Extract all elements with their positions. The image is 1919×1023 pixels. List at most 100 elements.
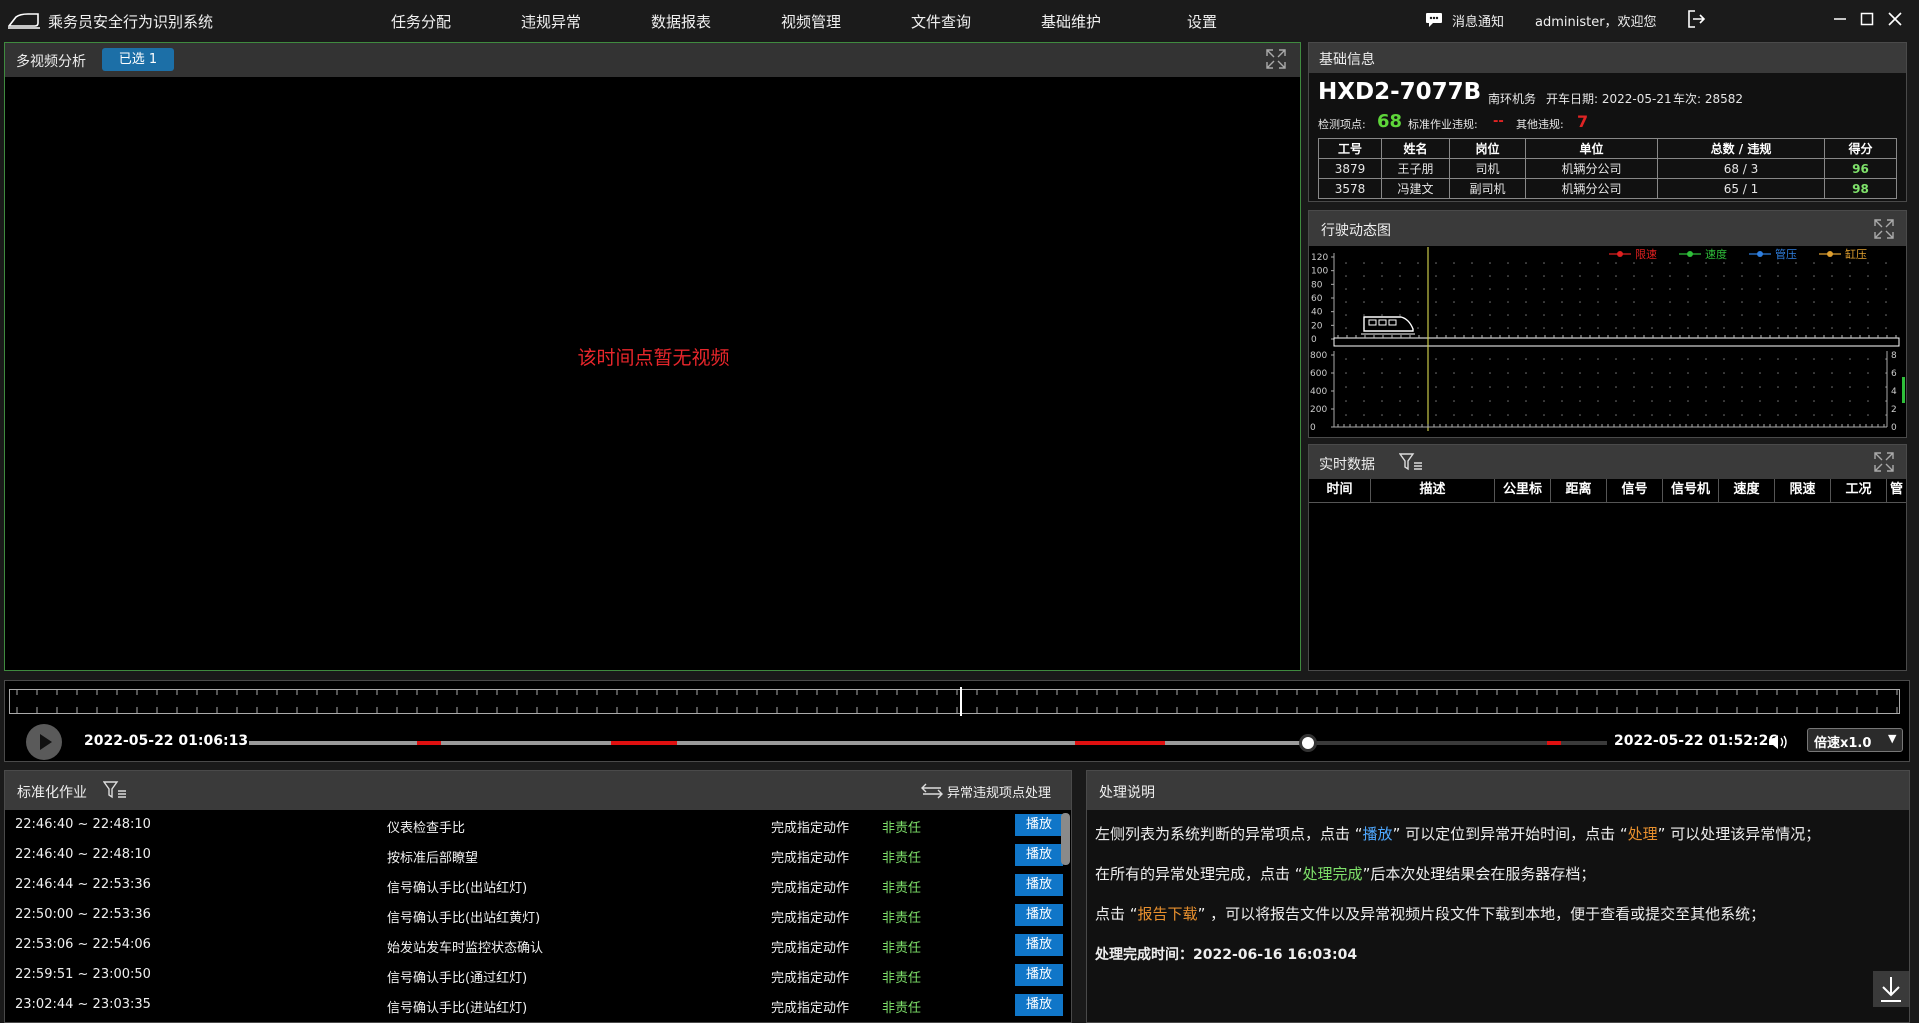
grid-dot <box>1849 327 1851 329</box>
volume-icon[interactable] <box>1767 733 1789 751</box>
tasks-panel: 标准化作业 异常违规项点处理 22:46:40 ~ 22:48:10 仪表检查手比… <box>4 770 1072 1023</box>
play-button[interactable]: 播放 <box>1015 994 1063 1016</box>
play-button[interactable]: 播放 <box>1015 814 1063 836</box>
fullscreen-icon[interactable] <box>1873 451 1895 473</box>
grid-dot <box>1435 400 1437 402</box>
legend-label: 管压 <box>1775 247 1797 261</box>
nav-settings[interactable]: 设置 <box>1187 11 1217 32</box>
cell-total: 65 / 1 <box>1657 178 1825 199</box>
track-rail <box>1333 337 1900 347</box>
grid-dot <box>1381 288 1383 290</box>
grid-dot <box>1597 301 1599 303</box>
task-name: 信号确认手比(出站红黄灯) <box>387 911 541 926</box>
grid-dot <box>1777 414 1779 416</box>
swap-icon[interactable] <box>921 783 943 799</box>
grid-dot <box>1363 275 1365 277</box>
grid-dot <box>1759 372 1761 374</box>
handle-violation-button[interactable]: 异常违规项点处理 <box>947 782 1051 801</box>
task-row: 22:53:06 ~ 22:54:06 始发站发车时监控状态确认 完成指定动作 非责任… <box>5 931 1065 961</box>
text: ” 可以处理该异常情况； <box>1657 825 1821 843</box>
notify-label[interactable]: 消息通知 <box>1452 11 1504 30</box>
fullscreen-icon[interactable] <box>1873 218 1895 240</box>
close-icon[interactable] <box>1886 10 1904 28</box>
check-points-label: 检测项点: <box>1318 118 1366 131</box>
grid-dot <box>1471 372 1473 374</box>
logout-icon[interactable] <box>1686 9 1706 29</box>
grid-dot <box>1579 400 1581 402</box>
grid-dot <box>1489 314 1491 316</box>
scrollbar-thumb[interactable] <box>1061 813 1070 865</box>
play-button[interactable]: 播放 <box>1015 934 1063 956</box>
progress-track[interactable] <box>249 734 1607 752</box>
nav-data-report[interactable]: 数据报表 <box>651 11 711 32</box>
grid-dot <box>1615 386 1617 388</box>
grid-dot <box>1471 414 1473 416</box>
download-button[interactable] <box>1873 971 1909 1007</box>
grid-dot <box>1849 358 1851 360</box>
grid-dot <box>1597 372 1599 374</box>
right-tick-label: 4 <box>1891 387 1897 397</box>
right-tick-label: 6 <box>1891 369 1897 379</box>
grid-dot <box>1705 327 1707 329</box>
std-violation-value: -- <box>1493 114 1504 129</box>
grid-dot <box>1507 386 1509 388</box>
play-button[interactable]: 播放 <box>1015 844 1063 866</box>
rt-col-condition: 工况 <box>1831 479 1887 502</box>
grid-dot <box>1561 275 1563 277</box>
grid-dot <box>1489 400 1491 402</box>
grid-dot <box>1885 288 1887 290</box>
grid-dot <box>1633 288 1635 290</box>
grid-dot <box>1543 414 1545 416</box>
play-icon[interactable] <box>25 723 63 761</box>
nav-video-manage[interactable]: 视频管理 <box>781 11 841 32</box>
filter-icon[interactable] <box>103 780 127 800</box>
fullscreen-icon[interactable] <box>1265 48 1287 70</box>
grid-dot <box>1723 275 1725 277</box>
speed-select[interactable]: 倍速x1.0 ▼ <box>1807 728 1903 752</box>
task-duty: 非责任 <box>882 971 922 986</box>
time-ruler[interactable] <box>9 685 1905 719</box>
video-title: 多视频分析 <box>16 54 86 70</box>
grid-dot <box>1489 386 1491 388</box>
departure-date: 开车日期: 2022-05-21 <box>1546 92 1672 106</box>
grid-dot <box>1777 262 1779 264</box>
grid-dot <box>1363 262 1365 264</box>
grid-dot <box>1543 327 1545 329</box>
maximize-icon[interactable] <box>1858 10 1876 28</box>
grid-dot <box>1813 372 1815 374</box>
task-name: 按标准后部瞭望 <box>387 851 479 866</box>
grid-dot <box>1849 301 1851 303</box>
grid-dot <box>1687 327 1689 329</box>
nav-task-assign[interactable]: 任务分配 <box>391 11 451 32</box>
nav-violation[interactable]: 违规异常 <box>521 11 581 32</box>
legend-marker <box>1617 251 1623 257</box>
grid-dot <box>1669 314 1671 316</box>
selected-badge[interactable]: 已选 1 <box>102 48 174 71</box>
grid-dot <box>1597 327 1599 329</box>
message-icon[interactable] <box>1425 11 1443 28</box>
grid-dot <box>1417 262 1419 264</box>
nav-file-query[interactable]: 文件查询 <box>911 11 971 32</box>
grid-dot <box>1399 275 1401 277</box>
grid-dot <box>1507 400 1509 402</box>
grid-dot <box>1723 414 1725 416</box>
filter-icon[interactable] <box>1399 452 1423 472</box>
grid-dot <box>1777 288 1779 290</box>
grid-dot <box>1651 414 1653 416</box>
grid-dot <box>1381 372 1383 374</box>
nav-basic-maintain[interactable]: 基础维护 <box>1041 11 1101 32</box>
play-button[interactable]: 播放 <box>1015 874 1063 896</box>
minimize-icon[interactable] <box>1831 10 1849 28</box>
progress-handle[interactable] <box>1299 734 1318 752</box>
grid-dot <box>1525 314 1527 316</box>
grid-dot <box>1777 275 1779 277</box>
play-button[interactable]: 播放 <box>1015 964 1063 986</box>
process-text: 左侧列表为系统判断的异常项点，点击 “播放” 可以定位到异常开始时间，点击 “处… <box>1095 823 1905 973</box>
grid-dot <box>1669 400 1671 402</box>
grid-dot <box>1777 372 1779 374</box>
grid-dot <box>1363 314 1365 316</box>
grid-dot <box>1363 400 1365 402</box>
rt-col-distance: 距离 <box>1551 479 1607 502</box>
grid-dot <box>1885 262 1887 264</box>
play-button[interactable]: 播放 <box>1015 904 1063 926</box>
